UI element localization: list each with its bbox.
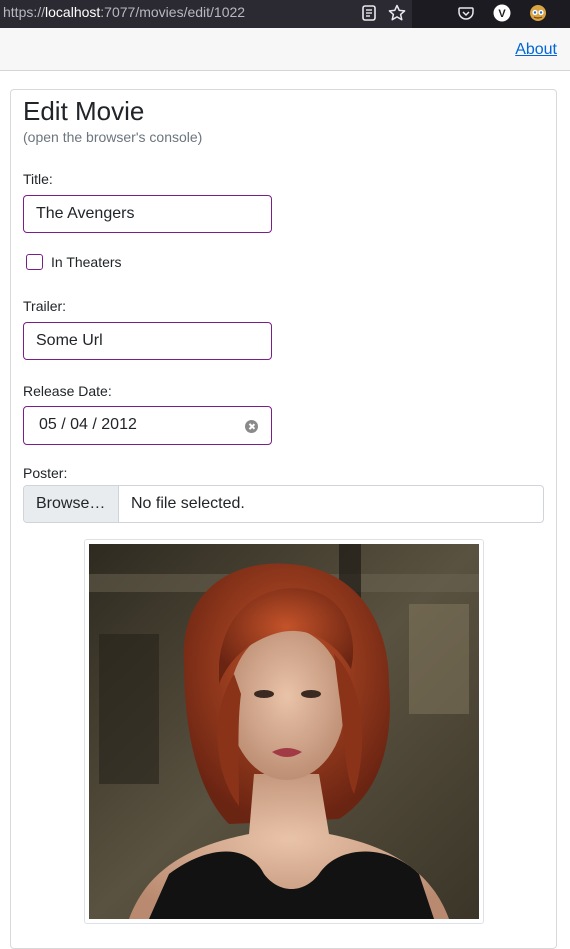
about-link[interactable]: About bbox=[515, 41, 557, 59]
reader-view-icon[interactable] bbox=[359, 3, 379, 23]
bookmark-star-icon[interactable] bbox=[387, 3, 407, 23]
trailer-label: Trailer: bbox=[23, 298, 67, 314]
file-status-text: No file selected. bbox=[131, 495, 245, 512]
in-theaters-row[interactable]: In Theaters bbox=[26, 253, 122, 271]
release-date-input[interactable]: 05 / 04 / 2012 bbox=[23, 406, 272, 445]
svg-text:V: V bbox=[498, 8, 506, 20]
browse-button[interactable]: Browse… bbox=[24, 486, 119, 522]
page-subtitle: (open the browser's console) bbox=[23, 129, 203, 145]
page-title: Edit Movie bbox=[23, 96, 145, 126]
url-scheme: https:// bbox=[3, 4, 46, 20]
url-host: localhost bbox=[45, 4, 101, 20]
trailer-input[interactable] bbox=[23, 322, 272, 360]
poster-file-input[interactable]: Browse… No file selected. bbox=[23, 485, 544, 523]
in-theaters-label: In Theaters bbox=[51, 254, 122, 270]
in-theaters-checkbox[interactable] bbox=[26, 254, 43, 270]
title-input[interactable] bbox=[23, 195, 272, 233]
poster-image bbox=[89, 544, 479, 919]
url-path: :7077/movies/edit/1022 bbox=[100, 4, 246, 20]
profile-avatar-icon[interactable]: V bbox=[492, 3, 512, 23]
poster-preview-frame bbox=[84, 539, 484, 924]
address-bar[interactable]: https://localhost:7077/movies/edit/1022 bbox=[0, 0, 412, 28]
top-navbar: About bbox=[0, 28, 570, 71]
browser-toolbar: https://localhost:7077/movies/edit/1022 … bbox=[0, 0, 570, 28]
pocket-icon[interactable] bbox=[456, 3, 476, 23]
release-date-value: 05 / 04 / 2012 bbox=[39, 416, 137, 433]
release-date-label: Release Date: bbox=[23, 383, 112, 399]
title-label: Title: bbox=[23, 171, 53, 187]
extension-icon[interactable] bbox=[528, 3, 548, 23]
poster-label: Poster: bbox=[23, 465, 68, 481]
clear-date-icon[interactable] bbox=[245, 420, 258, 433]
